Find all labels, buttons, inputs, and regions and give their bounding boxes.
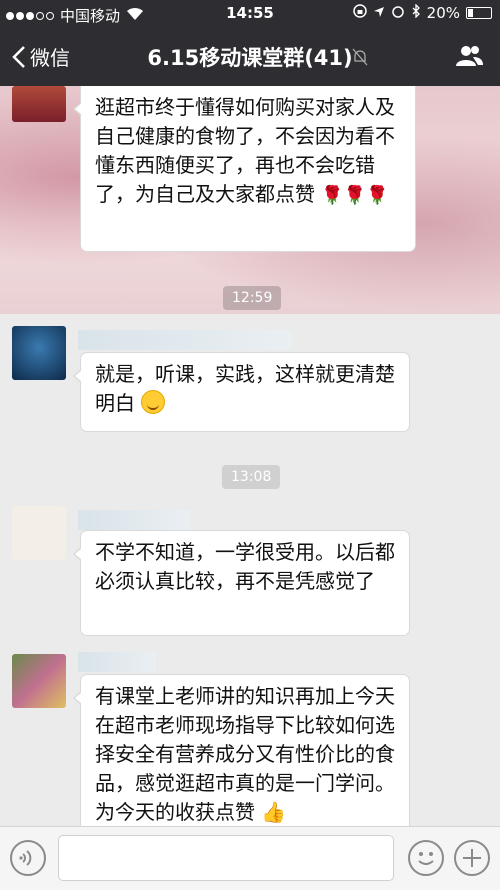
battery-percent: 20% (426, 4, 460, 22)
plus-icon (463, 849, 481, 867)
avatar[interactable] (12, 654, 66, 708)
message-bubble[interactable]: 就是，听课，实践，这样就更清楚明白 (73, 352, 410, 432)
more-button[interactable] (454, 840, 490, 876)
alarm-icon (391, 4, 405, 22)
group-members-icon[interactable] (454, 44, 484, 72)
input-bar (0, 826, 500, 890)
message-text: 就是，听课，实践，这样就更清楚明白 (95, 362, 395, 415)
sender-name (78, 510, 190, 530)
nav-bar: 微信 6.15移动课堂群(41) (0, 28, 500, 86)
smile-emoji-icon (141, 390, 166, 414)
message-text: 不学不知道，一学很受用。以后都必须认真比较，再不是凭感觉了 (95, 540, 395, 593)
message-bubble[interactable]: 有课堂上老师讲的知识再加上今天在超市老师现场指导下比较如何选择安全有营养成分又有… (73, 674, 410, 826)
timestamp: 12:59 (223, 286, 282, 310)
battery-icon (466, 7, 492, 19)
timestamp: 13:08 (222, 465, 281, 489)
bluetooth-icon (411, 3, 421, 22)
avatar[interactable] (12, 326, 66, 380)
chat-area[interactable]: 逛超市终于懂得如何购买对家人及自己健康的食物了，不会因为看不懂东西随便买了，再也… (0, 86, 500, 826)
message-bubble[interactable]: 不学不知道，一学很受用。以后都必须认真比较，再不是凭感觉了 (73, 530, 410, 636)
thumbs-up-emoji-icon: 👍 (261, 800, 287, 824)
page-title: 6.15移动课堂群(41) (147, 46, 353, 70)
sender-name (78, 330, 292, 350)
sender-name (78, 652, 156, 672)
status-bar: 中国移动 14:55 20% (0, 0, 500, 28)
location-icon (373, 4, 385, 22)
mute-bell-icon (352, 48, 368, 70)
avatar[interactable] (12, 506, 66, 560)
message-text: 有课堂上老师讲的知识再加上今天在超市老师现场指导下比较如何选择安全有营养成分又有… (95, 684, 395, 824)
message-input[interactable] (58, 835, 394, 881)
lock-rotation-icon (352, 4, 367, 22)
rose-emoji-icon: 🌹🌹🌹 (321, 185, 389, 206)
voice-icon (19, 850, 32, 866)
emoji-button[interactable] (408, 840, 444, 876)
message-bubble[interactable]: 逛超市终于懂得如何购买对家人及自己健康的食物了，不会因为看不懂东西随便买了，再也… (73, 86, 416, 252)
emoji-icon (418, 852, 434, 865)
voice-button[interactable] (10, 840, 46, 876)
avatar[interactable] (12, 86, 66, 122)
